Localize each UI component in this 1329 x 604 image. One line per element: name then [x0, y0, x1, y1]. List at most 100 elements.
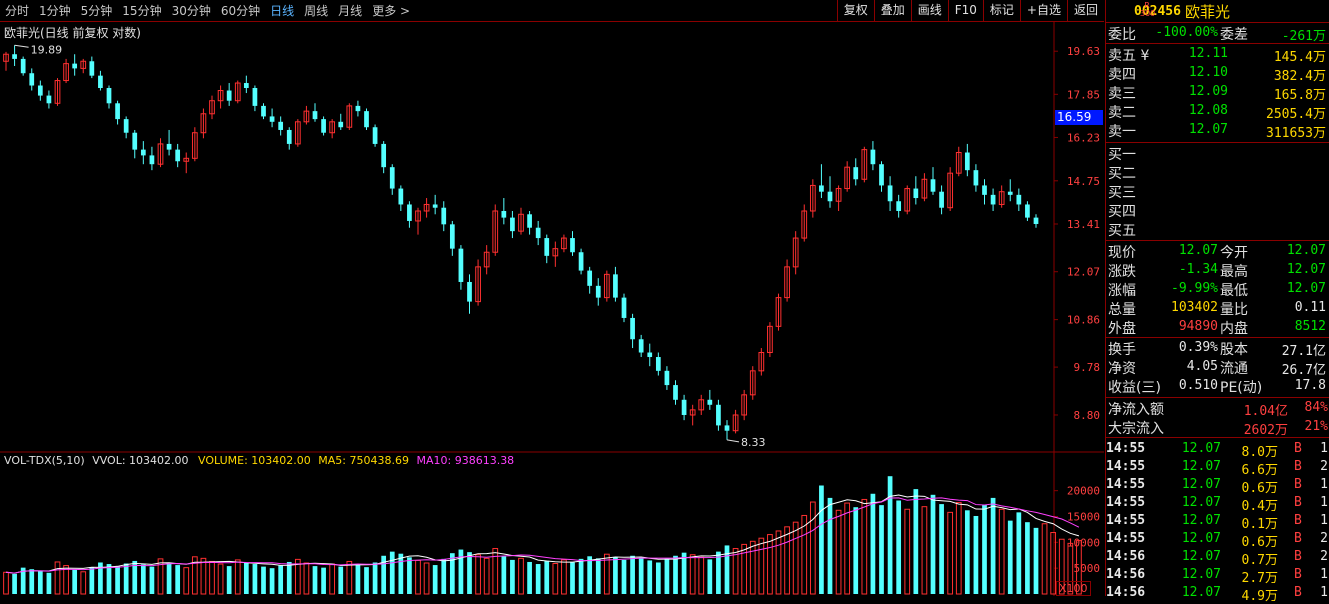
candle-body [896, 201, 902, 211]
market-mark: R 300 [1140, 1, 1156, 18]
flow-pct: 21% [1304, 419, 1328, 434]
stat-value: 12.07 [1286, 281, 1326, 296]
tick-side: B [1294, 459, 1302, 474]
tick-price: 12.07 [1181, 513, 1221, 528]
candle-body [458, 248, 464, 282]
vvol-value: VVOL: 103402.00 [92, 454, 189, 467]
volume-bar [510, 559, 515, 594]
kline-chart[interactable]: 19.63 17.85 16.23 14.75 13.41 12.07 10.86 9.78 8… [0, 22, 1104, 596]
period-tab-5[interactable]: 60分钟 [216, 2, 265, 19]
toolbar-button-2[interactable]: 画线 [910, 0, 948, 21]
volume-bar [458, 549, 464, 594]
volume-bar [106, 564, 112, 594]
period-tab-1[interactable]: 1分钟 [34, 2, 76, 19]
tick-side: B [1294, 567, 1302, 582]
candle-body [501, 210, 507, 218]
toolbar-button-3[interactable]: F10 [947, 0, 983, 21]
volume-bar [226, 566, 232, 594]
volume-bar [982, 504, 987, 594]
stat-label: 现价 [1108, 245, 1136, 261]
volume-bar [166, 563, 172, 594]
volume-bar [853, 507, 859, 594]
period-tab-6[interactable]: 日线 [265, 2, 299, 19]
volume-bar [998, 508, 1005, 595]
volume-bar [338, 566, 344, 594]
volume-bar [570, 562, 575, 594]
candle-body [647, 352, 653, 358]
candle-body [175, 149, 181, 162]
tick-time: 14:56 [1106, 549, 1146, 564]
weicha-value: -261万 [1281, 29, 1326, 44]
toolbar-button-4[interactable]: 标记 [982, 0, 1020, 21]
tick-count: 1 [1320, 477, 1328, 492]
stat2-label: 股本 [1220, 342, 1248, 358]
candle-body [1016, 194, 1022, 205]
toolbar-button-5[interactable]: +自选 [1019, 0, 1067, 21]
period-tab-8[interactable]: 月线 [333, 2, 367, 19]
tick-time: 14:55 [1106, 477, 1146, 492]
volume-bar [329, 563, 336, 595]
tick-volume: 0.6万 [1241, 481, 1278, 496]
volume-bar [1007, 520, 1013, 594]
chart-area[interactable]: 19.63 17.85 16.23 14.75 13.41 12.07 10.86 9.78 8… [0, 22, 1104, 596]
candle-body [106, 88, 112, 104]
stat2-value: 0.510 [1178, 378, 1218, 393]
volume-bar [647, 560, 653, 594]
tick-volume: 0.1万 [1241, 517, 1278, 532]
period-tab-9[interactable]: 更多 > [367, 2, 415, 19]
tick-volume: 0.4万 [1241, 499, 1278, 514]
volume-bar [913, 489, 919, 594]
period-tab-4[interactable]: 30分钟 [167, 2, 216, 19]
bid-label: 买一 [1108, 147, 1136, 163]
tick-count: 2 [1320, 459, 1328, 474]
stat-label: 内盘 [1220, 321, 1248, 337]
tick-price: 12.07 [1181, 459, 1221, 474]
candle-body [432, 204, 438, 208]
candle-body [1025, 204, 1030, 218]
volume-bar [234, 559, 241, 595]
volume-bar [46, 572, 52, 594]
volume-bar [775, 530, 782, 595]
candle-body [449, 224, 455, 249]
candle-body [312, 111, 318, 120]
toolbar-button-0[interactable]: 复权 [836, 0, 874, 21]
stat-label: 涨幅 [1108, 283, 1136, 299]
volume-tick-label: 20000 [1067, 485, 1100, 498]
volume-bar [3, 571, 9, 595]
stat-label: 外盘 [1108, 321, 1136, 337]
tick-time: 14:55 [1106, 441, 1146, 456]
period-tab-2[interactable]: 5分钟 [76, 2, 118, 19]
volume-bar [243, 562, 249, 594]
candle-body [37, 85, 43, 96]
volume-bar [904, 508, 911, 595]
divider [1106, 397, 1329, 398]
volume-unit: X100 [1056, 581, 1091, 596]
price-tick-label: 16.23 [1067, 131, 1100, 144]
price-tick-label: 10.86 [1067, 314, 1100, 327]
volume-tick-label: 15000 [1067, 511, 1100, 524]
volume-bar [398, 553, 404, 594]
price-tick-label: 17.85 [1067, 88, 1100, 101]
tick-price: 12.07 [1181, 441, 1221, 456]
ask-volume: 2505.4万 [1266, 107, 1326, 122]
candle-body [724, 425, 730, 431]
stat-label: 最低 [1220, 283, 1248, 299]
candle-body [630, 317, 635, 340]
candle-body [587, 270, 593, 286]
period-tab-3[interactable]: 15分钟 [117, 2, 166, 19]
candle-body [1007, 191, 1013, 195]
candle-body [226, 90, 232, 101]
volume-bar [467, 552, 472, 594]
tick-side: B [1294, 513, 1302, 528]
period-tabs: 分时 1分钟 5分钟 15分钟 30分钟 60分钟 日线 周线 月线 更多 > [0, 2, 415, 19]
ask-label: 卖三 [1108, 86, 1136, 102]
period-tab-0[interactable]: 分时 [0, 2, 34, 19]
tick-side: B [1294, 477, 1302, 492]
period-tab-7[interactable]: 周线 [299, 2, 333, 19]
weicha-label: 委差 [1220, 27, 1248, 43]
toolbar-button-6[interactable]: 返回 [1066, 0, 1104, 21]
toolbar-button-1[interactable]: 叠加 [873, 0, 911, 21]
candle-body [166, 143, 172, 150]
candle-body [621, 297, 627, 318]
stat-value: 12.07 [1286, 243, 1326, 258]
